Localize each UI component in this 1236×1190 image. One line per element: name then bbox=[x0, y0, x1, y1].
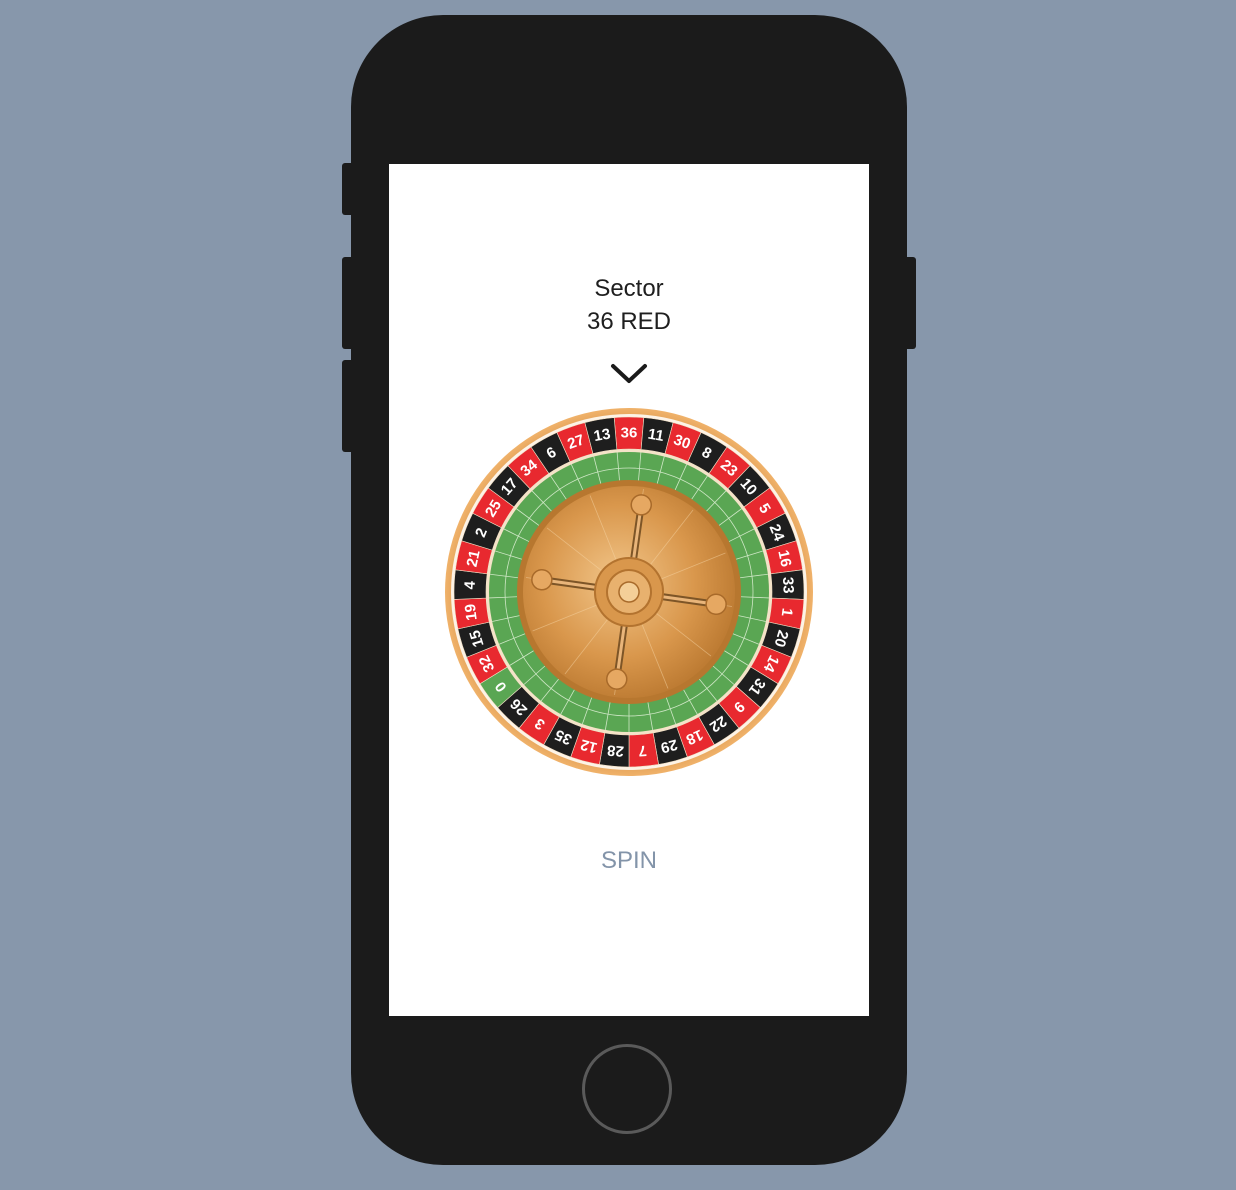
wheel-number-33: 33 bbox=[779, 577, 797, 594]
wheel-number-7: 7 bbox=[638, 742, 648, 760]
wheel-number-16: 16 bbox=[774, 549, 794, 569]
device-stage: Sector 36 RED 36 11 30 8 23 10 5 24 16 33 1 20 14 31 9… bbox=[0, 0, 1236, 1190]
chevron-down-icon bbox=[611, 364, 647, 383]
sector-result: 36 RED bbox=[586, 308, 672, 335]
spin-button[interactable]: SPIN bbox=[569, 844, 689, 878]
wheel-number-28: 28 bbox=[606, 741, 624, 759]
wheel-number-21: 21 bbox=[464, 549, 484, 569]
sector-title: Sector bbox=[594, 275, 664, 302]
app-screen: Sector 36 RED 36 11 30 8 23 10 5 24 16 33 1 20 14 31 9… bbox=[389, 164, 869, 1016]
home-button[interactable] bbox=[582, 1044, 672, 1134]
wheel-number-36: 36 bbox=[621, 425, 638, 442]
wheel-number-4: 4 bbox=[461, 580, 478, 590]
roulette-wheel[interactable]: 36 11 30 8 23 10 5 24 16 33 1 20 14 31 9 22 18 29 7 28 12 35 3… bbox=[443, 406, 815, 778]
wheel-number-13: 13 bbox=[592, 425, 611, 445]
wheel-number-19: 19 bbox=[462, 603, 481, 622]
roulette-wheel-graphic: 36 11 308231052416331201431922182972812353… bbox=[445, 408, 813, 776]
wheel-number-11: 11 bbox=[647, 426, 666, 445]
